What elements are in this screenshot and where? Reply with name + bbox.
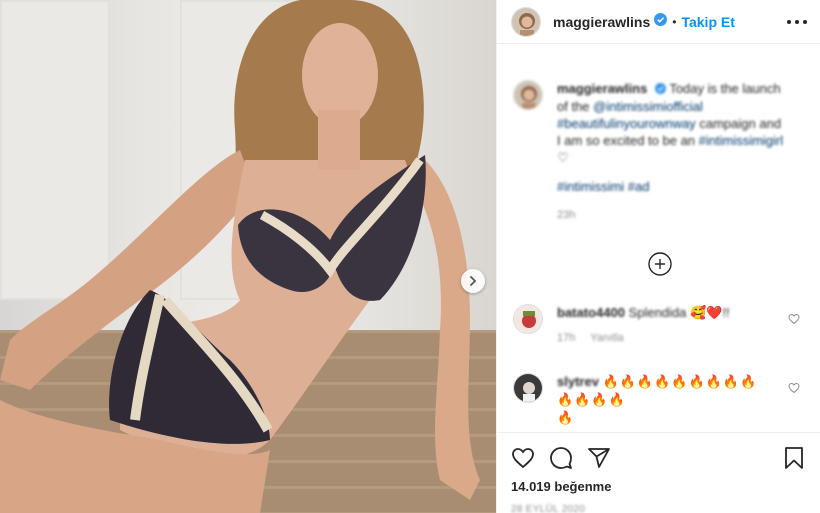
verified-icon — [654, 12, 668, 31]
comment-body: batato4400 Splendida 🥰❤️!! 17h Yanıtla — [557, 304, 767, 347]
post-image[interactable] — [0, 0, 496, 513]
comment-emoji: 🥰❤️ — [690, 305, 723, 321]
caption-username[interactable]: maggierawlins — [557, 81, 647, 96]
comment-username[interactable]: batato4400 — [557, 305, 625, 320]
post-username[interactable]: maggierawlins — [553, 14, 650, 30]
caption-text: maggierawlins Today is the launch of the… — [557, 80, 787, 224]
comment-avatar[interactable] — [513, 373, 543, 404]
post-side-panel: maggierawlins • Takip Et maggierawlins T… — [496, 0, 820, 513]
separator-dot: • — [672, 14, 677, 29]
comment-icon[interactable] — [549, 446, 573, 470]
caption-hashtag[interactable]: #beautifulinyourownway — [557, 116, 696, 131]
comments-section: maggierawlins Today is the launch of the… — [497, 68, 820, 428]
comment-like-icon[interactable] — [788, 381, 800, 399]
caption-tags[interactable]: #intimissimi #ad — [557, 178, 787, 195]
post-header: maggierawlins • Takip Et — [497, 0, 820, 44]
caption-mention[interactable]: @intimissimiofficial — [593, 99, 703, 114]
plus-circle-icon — [647, 252, 672, 276]
caption: maggierawlins Today is the launch of the… — [513, 80, 806, 224]
comment-username[interactable]: slytrev — [557, 374, 599, 389]
likes-count[interactable]: 14.019 beğenme — [511, 479, 806, 494]
action-icons — [511, 439, 806, 477]
comment-text: Splendida — [628, 305, 687, 321]
bookmark-icon[interactable] — [782, 446, 806, 470]
avatar-image — [514, 374, 542, 403]
chevron-right-icon — [470, 276, 477, 286]
comment-emoji: 🔥 — [557, 410, 575, 426]
comment-item: batato4400 Splendida 🥰❤️!! 17h Yanıtla — [513, 304, 806, 347]
comment-body: slytrev 🔥🔥🔥🔥🔥🔥🔥🔥🔥🔥🔥🔥🔥 🔥 — [557, 373, 767, 427]
caption-hashtag[interactable]: #intimissimigirl — [699, 133, 784, 148]
caption-avatar[interactable] — [513, 80, 543, 110]
comment-time: 17h — [557, 332, 576, 345]
avatar[interactable] — [511, 6, 541, 37]
reply-button[interactable]: Yanıtla — [590, 332, 623, 344]
comment-like-icon[interactable] — [788, 312, 800, 330]
avatar-image — [512, 7, 540, 36]
verified-icon — [654, 81, 666, 98]
avatar-image — [514, 305, 542, 334]
comment-avatar[interactable] — [513, 304, 543, 335]
next-image-button[interactable] — [461, 269, 485, 293]
caption-time: 23h — [557, 209, 576, 222]
post-date: 28 EYLÜL 2020 — [511, 504, 586, 513]
comment-suffix: !! — [722, 305, 730, 321]
model-figure — [0, 0, 480, 513]
post-actions: 14.019 beğenme 28 EYLÜL 2020 — [497, 432, 820, 513]
more-icon[interactable] — [786, 19, 808, 25]
follow-button[interactable]: Takip Et — [681, 14, 734, 30]
share-icon[interactable] — [587, 446, 611, 470]
caption-heart-icon: ♡ — [557, 150, 569, 166]
heart-icon[interactable] — [511, 446, 535, 470]
avatar-image — [514, 81, 542, 109]
comment-meta: 17h Yanıtla — [557, 330, 767, 347]
load-more-comments-button[interactable] — [647, 252, 672, 276]
comment-item: slytrev 🔥🔥🔥🔥🔥🔥🔥🔥🔥🔥🔥🔥🔥 🔥 — [513, 373, 806, 427]
